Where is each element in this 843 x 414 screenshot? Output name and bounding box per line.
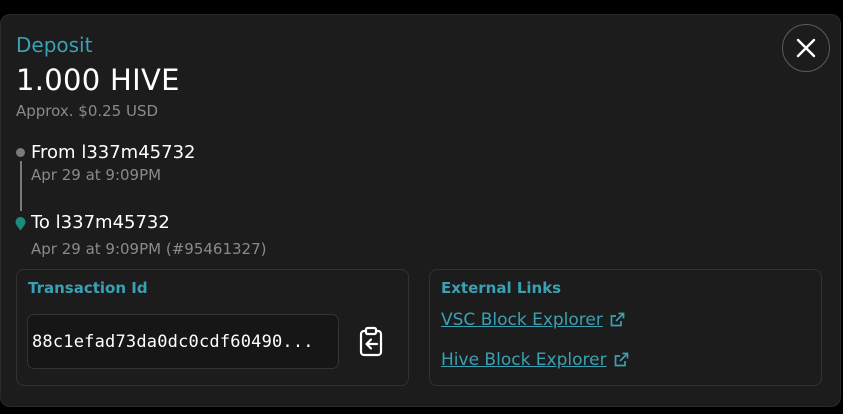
deposit-modal: Deposit 1.000 HIVE Approx. $0.25 USD Fro…: [0, 14, 841, 407]
hive-link-label: Hive Block Explorer: [441, 350, 607, 370]
from-timestamp: Apr 29 at 9:09PM: [31, 166, 162, 184]
external-link-icon: [614, 352, 628, 367]
transaction-id-value: 88c1efad73da0dc0cdf60490...: [32, 331, 314, 352]
from-account: From l337m45732: [31, 142, 196, 163]
transaction-id-heading: Transaction Id: [28, 279, 148, 297]
transaction-id-card: Transaction Id 88c1efad73da0dc0cdf60490.…: [16, 269, 409, 386]
location-pin-icon: [15, 216, 26, 235]
close-button[interactable]: [782, 24, 830, 72]
external-link-icon: [610, 312, 625, 327]
external-links-heading: External Links: [441, 279, 562, 297]
timeline-dot-icon: [16, 148, 25, 157]
external-links-card: External Links VSC Block Explorer Hive B…: [429, 269, 822, 386]
close-icon: [796, 38, 816, 58]
vsc-block-explorer-link[interactable]: VSC Block Explorer: [441, 310, 625, 330]
vsc-link-label: VSC Block Explorer: [441, 310, 603, 330]
timeline-connector: [20, 161, 22, 211]
transaction-id-field[interactable]: 88c1efad73da0dc0cdf60490...: [27, 314, 339, 369]
clipboard-copy-icon: [359, 326, 383, 357]
to-account: To l337m45732: [31, 212, 170, 233]
approx-usd-value: Approx. $0.25 USD: [16, 102, 159, 120]
modal-title: Deposit: [16, 33, 93, 57]
copy-transaction-id-button[interactable]: [356, 326, 386, 358]
to-timestamp: Apr 29 at 9:09PM (#95461327): [31, 240, 267, 258]
hive-block-explorer-link[interactable]: Hive Block Explorer: [441, 350, 629, 370]
deposit-amount: 1.000 HIVE: [16, 63, 180, 97]
